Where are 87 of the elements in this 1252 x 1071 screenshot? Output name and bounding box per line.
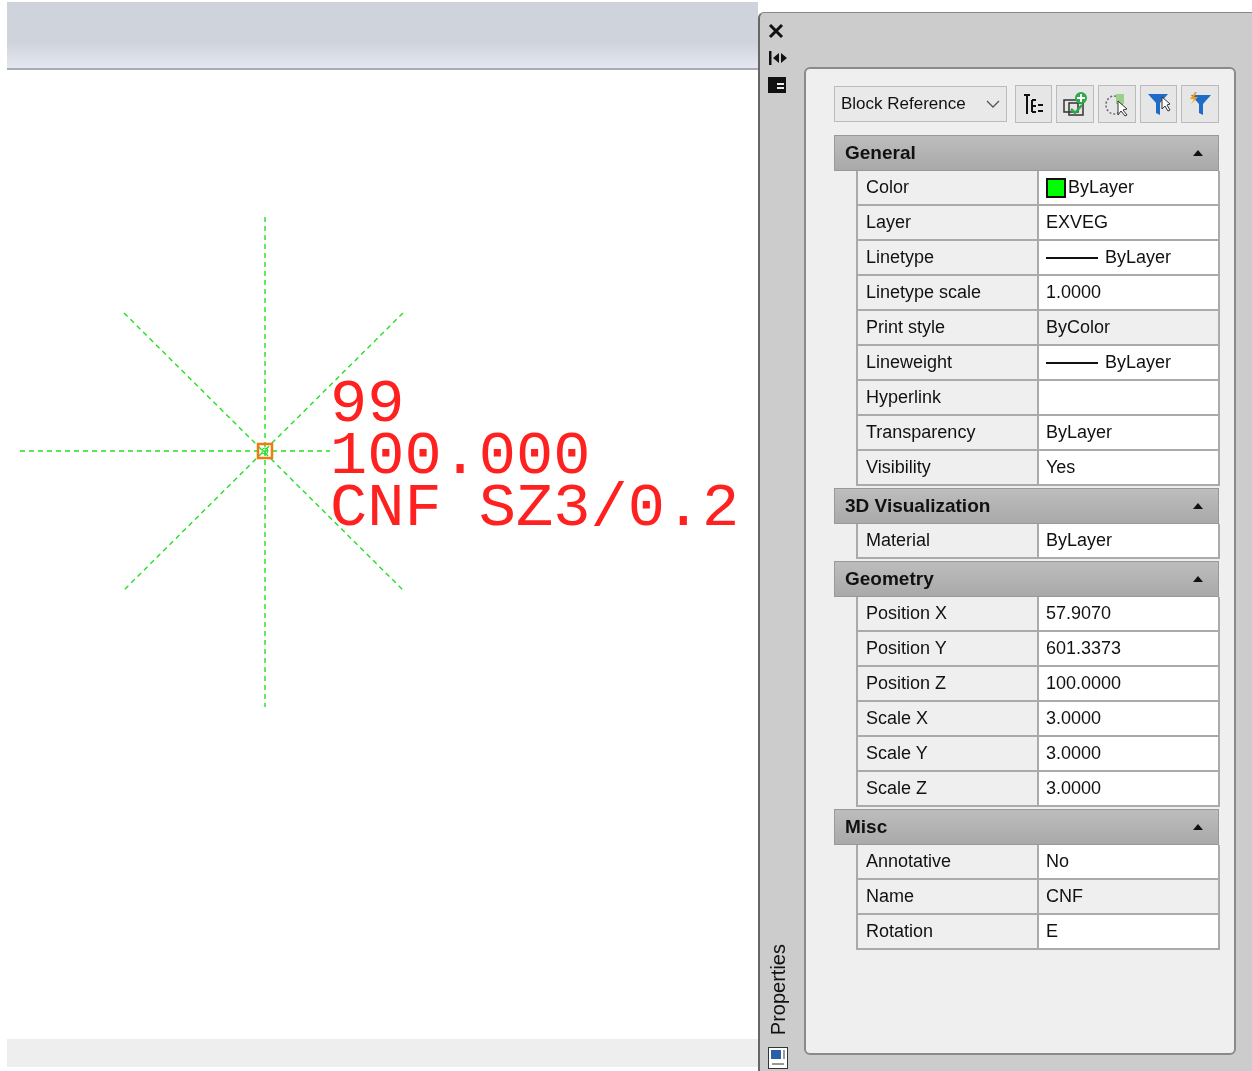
value-text: E <box>1046 921 1058 942</box>
toggle-pickadd-button[interactable] <box>1014 85 1053 123</box>
value-text: ByLayer <box>1068 177 1135 198</box>
property-value[interactable]: Yes <box>1039 451 1220 486</box>
property-value[interactable]: 601.3373 <box>1039 632 1220 667</box>
properties-icon[interactable] <box>768 1047 788 1069</box>
property-label: Annotative <box>858 845 1039 880</box>
property-value[interactable]: 100.0000 <box>1039 667 1220 702</box>
property-label: Rotation <box>858 915 1039 950</box>
filter-icon <box>1145 91 1172 117</box>
autohide-icon[interactable] <box>768 51 788 65</box>
property-label: Visibility <box>858 451 1039 486</box>
section-header[interactable]: 3D Visualization <box>834 488 1219 524</box>
property-value[interactable]: 3.0000 <box>1039 737 1220 772</box>
value-text: 100.0000 <box>1046 673 1122 694</box>
section-title: 3D Visualization <box>845 495 991 517</box>
caret-up-icon[interactable] <box>1192 149 1204 157</box>
caret-up-icon[interactable] <box>1192 575 1204 583</box>
property-value[interactable]: ByLayer <box>1039 171 1220 206</box>
property-label: Name <box>858 880 1039 915</box>
quick-filter-button[interactable] <box>1181 85 1220 123</box>
value-text: 3.0000 <box>1046 743 1102 764</box>
property-value[interactable]: ByLayer <box>1039 416 1220 451</box>
property-value[interactable]: 3.0000 <box>1039 772 1220 807</box>
value-text: ByLayer <box>1105 352 1172 373</box>
property-label: Layer <box>858 206 1039 241</box>
value-text: 601.3373 <box>1046 638 1122 659</box>
property-value[interactable]: EXVEG <box>1039 206 1220 241</box>
palette-title: Properties <box>767 943 790 1035</box>
property-label: Scale Z <box>858 772 1039 807</box>
property-value[interactable]: ByLayer <box>1039 241 1220 276</box>
chevron-down-icon <box>985 100 1000 108</box>
property-value[interactable]: CNF <box>1039 880 1220 915</box>
section-title: General <box>845 142 916 164</box>
caret-up-icon[interactable] <box>1192 502 1204 510</box>
grip-icon[interactable] <box>256 442 274 460</box>
property-label: Position Y <box>858 632 1039 667</box>
value-text: 3.0000 <box>1046 778 1102 799</box>
select-plus-icon <box>1062 91 1089 117</box>
value-text: 57.9070 <box>1046 603 1112 624</box>
value-text: 3.0000 <box>1046 708 1102 729</box>
property-label: Scale Y <box>858 737 1039 772</box>
property-label: Scale X <box>858 702 1039 737</box>
property-value[interactable]: No <box>1039 845 1220 880</box>
section-header[interactable]: Geometry <box>834 561 1219 597</box>
value-text: Yes <box>1046 457 1076 478</box>
close-icon[interactable] <box>768 23 784 39</box>
property-value[interactable]: ByLayer <box>1039 346 1220 381</box>
property-label: Material <box>858 524 1039 559</box>
property-value[interactable]: ByLayer <box>1039 524 1220 559</box>
value-text: CNF <box>1046 886 1083 907</box>
property-value[interactable]: E <box>1039 915 1220 950</box>
value-text: ByLayer <box>1046 422 1113 443</box>
line-sample <box>1046 256 1098 259</box>
property-value[interactable]: ByColor <box>1039 311 1220 346</box>
section-title: Geometry <box>845 568 934 590</box>
property-value[interactable]: 57.9070 <box>1039 597 1220 632</box>
value-text: EXVEG <box>1046 212 1109 233</box>
property-label: Linetype <box>858 241 1039 276</box>
property-label: Transparency <box>858 416 1039 451</box>
value-text: 1.0000 <box>1046 282 1102 303</box>
hierarchy-icon <box>1021 92 1046 116</box>
property-value[interactable]: 1.0000 <box>1039 276 1220 311</box>
property-label: Color <box>858 171 1039 206</box>
property-label: Print style <box>858 311 1039 346</box>
section-title: Misc <box>845 816 888 838</box>
value-text: ByColor <box>1046 317 1111 338</box>
line-sample <box>1046 361 1098 364</box>
object-type-dropdown[interactable]: Block Reference <box>834 86 1007 122</box>
caret-up-icon[interactable] <box>1192 823 1204 831</box>
property-label: Hyperlink <box>858 381 1039 416</box>
filter-lightning-icon <box>1187 91 1214 117</box>
property-label: Lineweight <box>858 346 1039 381</box>
panel-icon[interactable] <box>768 77 786 93</box>
lasso-cursor-icon <box>1103 91 1130 117</box>
property-label: Position X <box>858 597 1039 632</box>
value-text: ByLayer <box>1105 247 1172 268</box>
section-header[interactable]: General <box>834 135 1219 171</box>
value-text: ByLayer <box>1046 530 1113 551</box>
filter-cursor-button[interactable] <box>1139 85 1178 123</box>
property-value[interactable]: 3.0000 <box>1039 702 1220 737</box>
value-text: No <box>1046 851 1069 872</box>
property-label: Position Z <box>858 667 1039 702</box>
quick-select-button[interactable] <box>1097 85 1136 123</box>
property-label: Linetype scale <box>858 276 1039 311</box>
section-header[interactable]: Misc <box>834 809 1219 845</box>
select-objects-button[interactable] <box>1056 85 1094 123</box>
